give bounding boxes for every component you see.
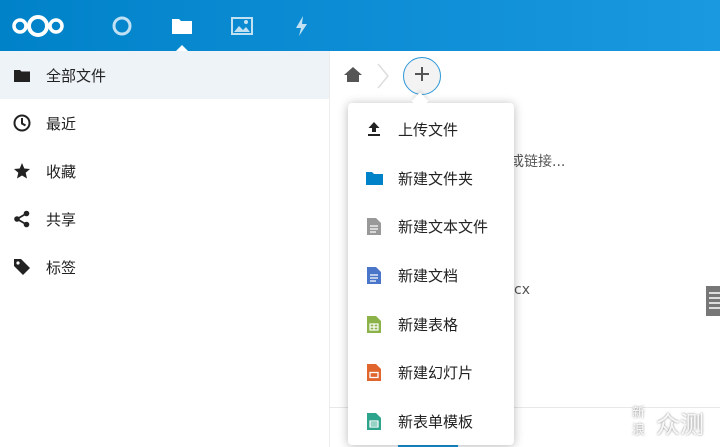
menu-item-new-presentation[interactable]: 新建幻灯片 <box>348 348 514 396</box>
tag-icon <box>13 258 31 276</box>
folder-icon <box>13 66 31 84</box>
watermark-text: 浪 <box>632 423 646 438</box>
sidebar-item-label: 收藏 <box>46 162 77 181</box>
plus-icon <box>414 66 430 86</box>
menu-item-label: 新表单模板 <box>398 412 474 431</box>
sidebar-item-label: 最近 <box>46 114 77 133</box>
menu-item-new-form-template[interactable]: 新表单模板 <box>348 397 514 445</box>
folder-icon <box>365 169 383 187</box>
home-icon[interactable] <box>343 65 363 85</box>
menu-item-label: 新建表格 <box>398 315 459 334</box>
clock-icon <box>13 114 31 132</box>
share-icon <box>13 210 31 228</box>
menu-item-label: 上传文件 <box>398 120 459 139</box>
new-file-menu: 上传文件 新建文件夹 新建文本文件 新建文档 新建表格 新建幻灯片 新表单模板 <box>348 103 514 445</box>
sidebar-item-recent[interactable]: 最近 <box>0 99 329 147</box>
sidebar-item-tags[interactable]: 标签 <box>0 243 329 291</box>
sidebar-item-label: 共享 <box>46 210 77 229</box>
details-menu-icon[interactable] <box>706 286 720 316</box>
sidebar-item-label: 标签 <box>46 258 77 277</box>
sidebar-item-all-files[interactable]: 全部文件 <box>0 51 329 99</box>
activity-lightning-icon[interactable] <box>279 0 325 51</box>
menu-item-new-text-file[interactable]: 新建文本文件 <box>348 202 514 250</box>
menu-item-new-document[interactable]: 新建文档 <box>348 251 514 299</box>
menu-item-label: 新建文本文件 <box>398 217 489 236</box>
form-template-icon <box>365 412 383 430</box>
watermark-logo: 新 浪 众测 <box>626 402 720 447</box>
watermark-text: 众测 <box>656 411 704 439</box>
upload-icon <box>365 120 383 138</box>
menu-item-new-folder[interactable]: 新建文件夹 <box>348 154 514 202</box>
breadcrumb-separator-icon <box>376 63 390 93</box>
menu-item-label: 新建幻灯片 <box>398 363 474 382</box>
top-bar <box>0 0 720 51</box>
sidebar-item-shared[interactable]: 共享 <box>0 195 329 243</box>
document-icon <box>365 266 383 284</box>
activity-circle-icon[interactable] <box>99 0 145 51</box>
gallery-image-icon[interactable] <box>219 0 265 51</box>
menu-item-label: 新建文件夹 <box>398 169 474 188</box>
menu-item-label: 新建文档 <box>398 266 459 285</box>
background-text: 或链接... <box>510 154 566 170</box>
sidebar-item-favorites[interactable]: 收藏 <box>0 147 329 195</box>
files-folder-icon[interactable] <box>159 0 205 51</box>
menu-item-new-spreadsheet[interactable]: 新建表格 <box>348 300 514 348</box>
new-file-button[interactable] <box>403 57 441 95</box>
sidebar-item-label: 全部文件 <box>46 66 107 85</box>
menu-item-upload-file[interactable]: 上传文件 <box>348 105 514 153</box>
spreadsheet-icon <box>365 315 383 333</box>
text-file-icon <box>365 217 383 235</box>
nextcloud-logo-icon[interactable] <box>10 0 66 51</box>
presentation-icon <box>365 363 383 381</box>
sidebar: 全部文件 最近 收藏 共享 标签 <box>0 51 330 447</box>
background-text: cx <box>514 282 530 298</box>
star-icon <box>13 162 31 180</box>
